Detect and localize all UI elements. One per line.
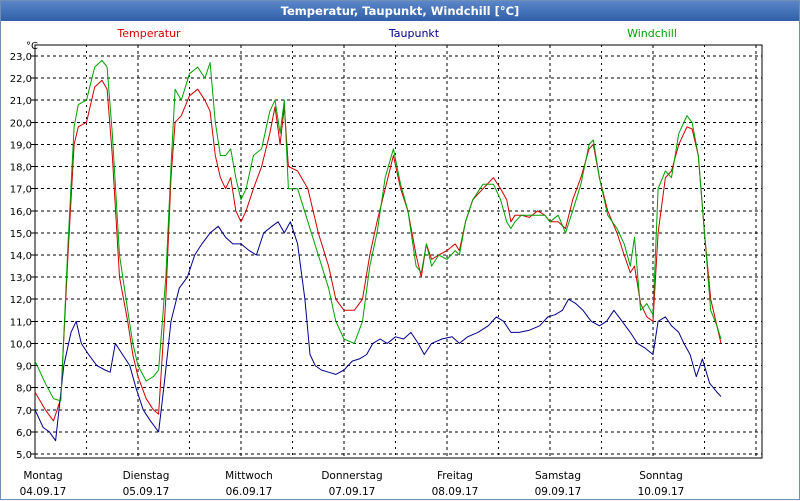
legend-item-taupunkt: Taupunkt: [388, 27, 440, 40]
y-tick-label: 22,0: [10, 74, 32, 85]
y-tick-label: 21,0: [10, 96, 32, 107]
y-tick-label: 18,0: [10, 163, 32, 174]
y-tick-label: 5,0: [16, 450, 32, 461]
y-tick-label: 9,0: [16, 362, 32, 373]
x-day-label: Donnerstag: [321, 470, 382, 482]
x-date-label: 07.09.17: [329, 486, 376, 498]
y-tick-label: 14,0: [10, 251, 32, 262]
legend-item-windchill: Windchill: [627, 27, 677, 40]
grid-lines: [35, 45, 762, 458]
y-tick-label: 16,0: [10, 207, 32, 218]
y-tick-label: 8,0: [16, 384, 32, 395]
y-tick-label: 20,0: [10, 118, 32, 129]
legend-item-temperatur: Temperatur: [116, 27, 181, 40]
line-chart: 5,0 6,0 7,0 8,0 9,0 10,0 11,0 12,0 13,0 14,0 15,0 1…: [10, 27, 763, 498]
y-axis: 5,0 6,0 7,0 8,0 9,0 10,0 11,0 12,0 13,0 14,0 15,0 1…: [10, 52, 35, 461]
y-axis-unit-label: °C: [26, 41, 38, 52]
y-tick-label: 23,0: [10, 52, 32, 63]
x-date-label: 09.09.17: [535, 486, 582, 498]
x-day-label: Montag: [23, 470, 62, 482]
x-date-label: 10.09.17: [638, 486, 685, 498]
x-date-label: 05.09.17: [123, 486, 170, 498]
y-tick-label: 15,0: [10, 229, 32, 240]
x-date-label: 04.09.17: [20, 486, 67, 498]
chart-window: Temperatur, Taupunkt, Windchill [°C] 5,0…: [0, 0, 800, 500]
x-date-label: 06.09.17: [226, 486, 273, 498]
y-tick-label: 13,0: [10, 273, 32, 284]
y-tick-label: 19,0: [10, 140, 32, 151]
y-tick-label: 17,0: [10, 185, 32, 196]
x-day-label: Dienstag: [123, 470, 170, 482]
y-tick-label: 10,0: [10, 339, 32, 350]
x-day-label: Mittwoch: [225, 470, 273, 482]
y-tick-label: 11,0: [10, 317, 32, 328]
y-tick-label: 12,0: [10, 295, 32, 306]
legend: Temperatur Taupunkt Windchill: [116, 27, 677, 40]
x-day-label: Sonntag: [639, 470, 683, 482]
x-axis: Montag 04.09.17 Dienstag 05.09.17 Mittwoch 06…: [20, 470, 685, 498]
x-date-label: 08.09.17: [432, 486, 479, 498]
x-day-label: Freitag: [437, 470, 473, 482]
y-tick-label: 7,0: [16, 406, 32, 417]
x-day-label: Samstag: [535, 470, 581, 482]
y-tick-label: 6,0: [16, 428, 32, 439]
